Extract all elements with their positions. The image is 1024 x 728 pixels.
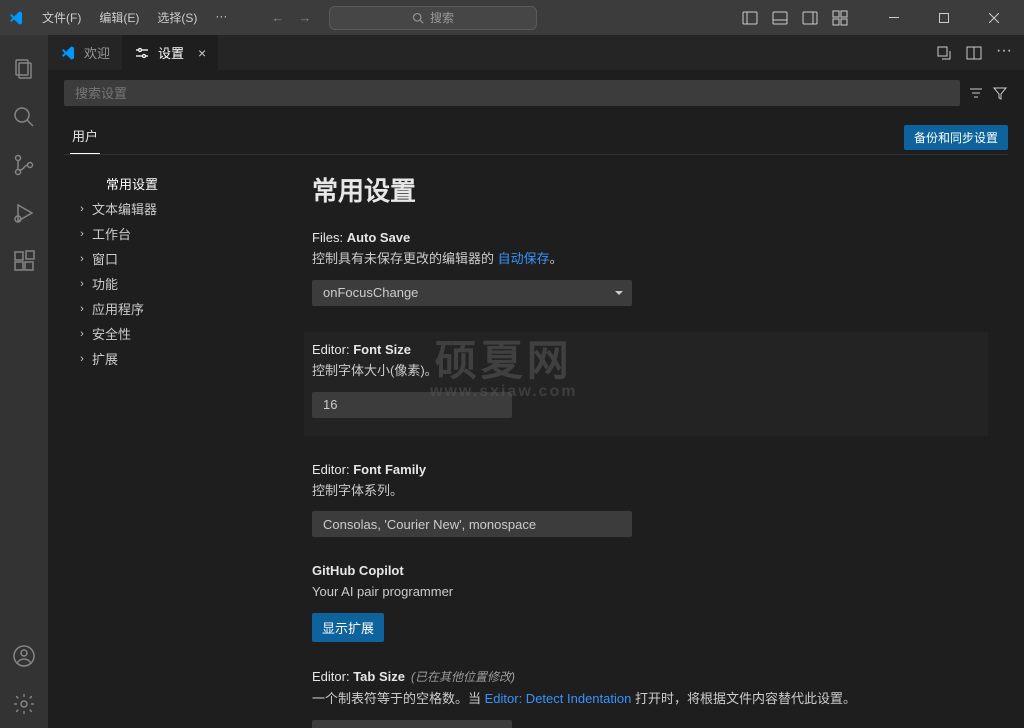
- close-tab-icon[interactable]: ×: [198, 45, 206, 61]
- settings-search-input[interactable]: [64, 80, 960, 106]
- nav-back-icon[interactable]: ←: [271, 10, 284, 25]
- setting-editor-fontfamily: Editor: Font Family 控制字体系列。: [312, 462, 968, 538]
- toggle-panel-icon[interactable]: [772, 10, 788, 26]
- vscode-logo-icon: [60, 45, 76, 61]
- editor-tab-bar: 欢迎 设置 × ···: [48, 35, 1024, 70]
- settings-group-title: 常用设置: [312, 171, 968, 208]
- source-control-icon[interactable]: [0, 141, 48, 189]
- toc-item-security[interactable]: ›安全性: [74, 321, 304, 346]
- titlebar: 文件(F) 编辑(E) 选择(S) ··· ← → 搜索: [0, 0, 1024, 35]
- tab-welcome-label: 欢迎: [84, 43, 110, 62]
- layout-controls: [742, 10, 848, 26]
- tabsize-input[interactable]: [312, 720, 512, 728]
- activity-bar: [0, 35, 48, 728]
- settings-toc: ›常用设置 ›文本编辑器 ›工作台 ›窗口 ›功能 ›应用程序 ›安全性 ›扩展: [64, 155, 304, 728]
- toc-item-workbench[interactable]: ›工作台: [74, 221, 304, 246]
- tab-settings-label: 设置: [158, 43, 184, 62]
- menu-file[interactable]: 文件(F): [34, 5, 89, 30]
- settings-sliders-icon: [134, 45, 150, 61]
- global-search-placeholder: 搜索: [430, 9, 454, 26]
- open-json-icon[interactable]: [936, 45, 952, 61]
- customize-layout-icon[interactable]: [832, 10, 848, 26]
- global-search[interactable]: 搜索: [329, 6, 536, 30]
- search-icon: [412, 12, 424, 24]
- manage-gear-icon[interactable]: [0, 680, 48, 728]
- tab-welcome[interactable]: 欢迎: [48, 35, 122, 70]
- scope-tab-user[interactable]: 用户: [70, 120, 100, 154]
- toc-item-application[interactable]: ›应用程序: [74, 296, 304, 321]
- toc-item-text-editor[interactable]: ›文本编辑器: [74, 196, 304, 221]
- minimize-button[interactable]: [872, 3, 916, 33]
- show-extension-button[interactable]: 显示扩展: [312, 613, 384, 642]
- setting-files-autosave: Files: Auto Save 控制具有未保存更改的编辑器的 自动保存。 on…: [312, 230, 968, 306]
- settings-list[interactable]: 常用设置 Files: Auto Save 控制具有未保存更改的编辑器的 自动保…: [304, 155, 1008, 728]
- tab-settings[interactable]: 设置 ×: [122, 35, 218, 70]
- accounts-icon[interactable]: [0, 632, 48, 680]
- more-actions-icon[interactable]: ···: [996, 45, 1012, 61]
- close-button[interactable]: [972, 3, 1016, 33]
- toggle-primary-sidebar-icon[interactable]: [742, 10, 758, 26]
- setting-github-copilot: GitHub Copilot Your AI pair programmer 显…: [312, 563, 968, 642]
- toggle-secondary-sidebar-icon[interactable]: [802, 10, 818, 26]
- toc-item-common[interactable]: ›常用设置: [74, 171, 304, 196]
- explorer-icon[interactable]: [0, 45, 48, 93]
- setting-editor-fontsize: Editor: Font Size 控制字体大小(像素)。: [304, 332, 988, 436]
- toc-item-window[interactable]: ›窗口: [74, 246, 304, 271]
- vscode-logo-icon: [8, 10, 24, 26]
- window-controls: [872, 3, 1016, 33]
- search-activity-icon[interactable]: [0, 93, 48, 141]
- history-nav: ← →: [271, 10, 311, 25]
- run-debug-icon[interactable]: [0, 189, 48, 237]
- autosave-select[interactable]: onFocusChange: [312, 280, 632, 306]
- filter-icon[interactable]: [992, 85, 1008, 101]
- menu-overflow[interactable]: ···: [207, 5, 235, 30]
- link-autosave[interactable]: 自动保存: [498, 251, 550, 266]
- fontsize-input[interactable]: [312, 392, 512, 418]
- toc-item-extensions[interactable]: ›扩展: [74, 346, 304, 371]
- sync-settings-button[interactable]: 备份和同步设置: [904, 125, 1008, 150]
- menu-bar: 文件(F) 编辑(E) 选择(S) ···: [34, 5, 235, 30]
- setting-editor-tabsize: Editor: Tab Size(已在其他位置修改) 一个制表符等于的空格数。当…: [312, 668, 968, 728]
- split-editor-icon[interactable]: [966, 45, 982, 61]
- menu-edit[interactable]: 编辑(E): [91, 5, 147, 30]
- nav-forward-icon[interactable]: →: [298, 10, 311, 25]
- maximize-button[interactable]: [922, 3, 966, 33]
- extensions-icon[interactable]: [0, 237, 48, 285]
- toc-item-features[interactable]: ›功能: [74, 271, 304, 296]
- menu-selection[interactable]: 选择(S): [149, 5, 205, 30]
- clear-search-icon[interactable]: [968, 85, 984, 101]
- fontfamily-input[interactable]: [312, 511, 632, 537]
- link-detect-indent[interactable]: Editor: Detect Indentation: [485, 691, 632, 706]
